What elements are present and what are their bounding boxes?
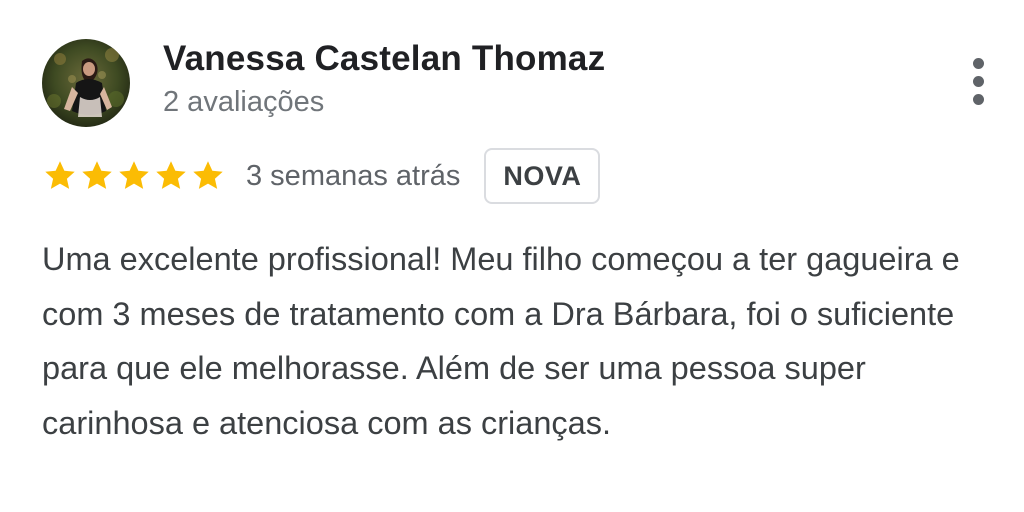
star-icon [119, 161, 149, 189]
avatar-photo [42, 39, 130, 127]
review-date: 3 semanas atrás [246, 159, 461, 192]
new-badge: NOVA [484, 148, 601, 204]
more-options-button[interactable] [960, 54, 1000, 110]
star-icon [156, 161, 186, 189]
star-rating [42, 158, 226, 194]
rating-row: 3 semanas atrás NOVA [42, 148, 601, 204]
avatar[interactable] [42, 39, 130, 127]
review-count: 2 avaliações [163, 86, 325, 118]
review-card: Vanessa Castelan Thomaz 2 avaliações 3 s… [0, 0, 1024, 512]
star-icon [45, 161, 75, 189]
review-text: Uma excelente profissional! Meu filho co… [42, 241, 960, 441]
star-icon [82, 161, 112, 189]
author-name[interactable]: Vanessa Castelan Thomaz [163, 39, 605, 79]
star-icon [193, 161, 223, 189]
